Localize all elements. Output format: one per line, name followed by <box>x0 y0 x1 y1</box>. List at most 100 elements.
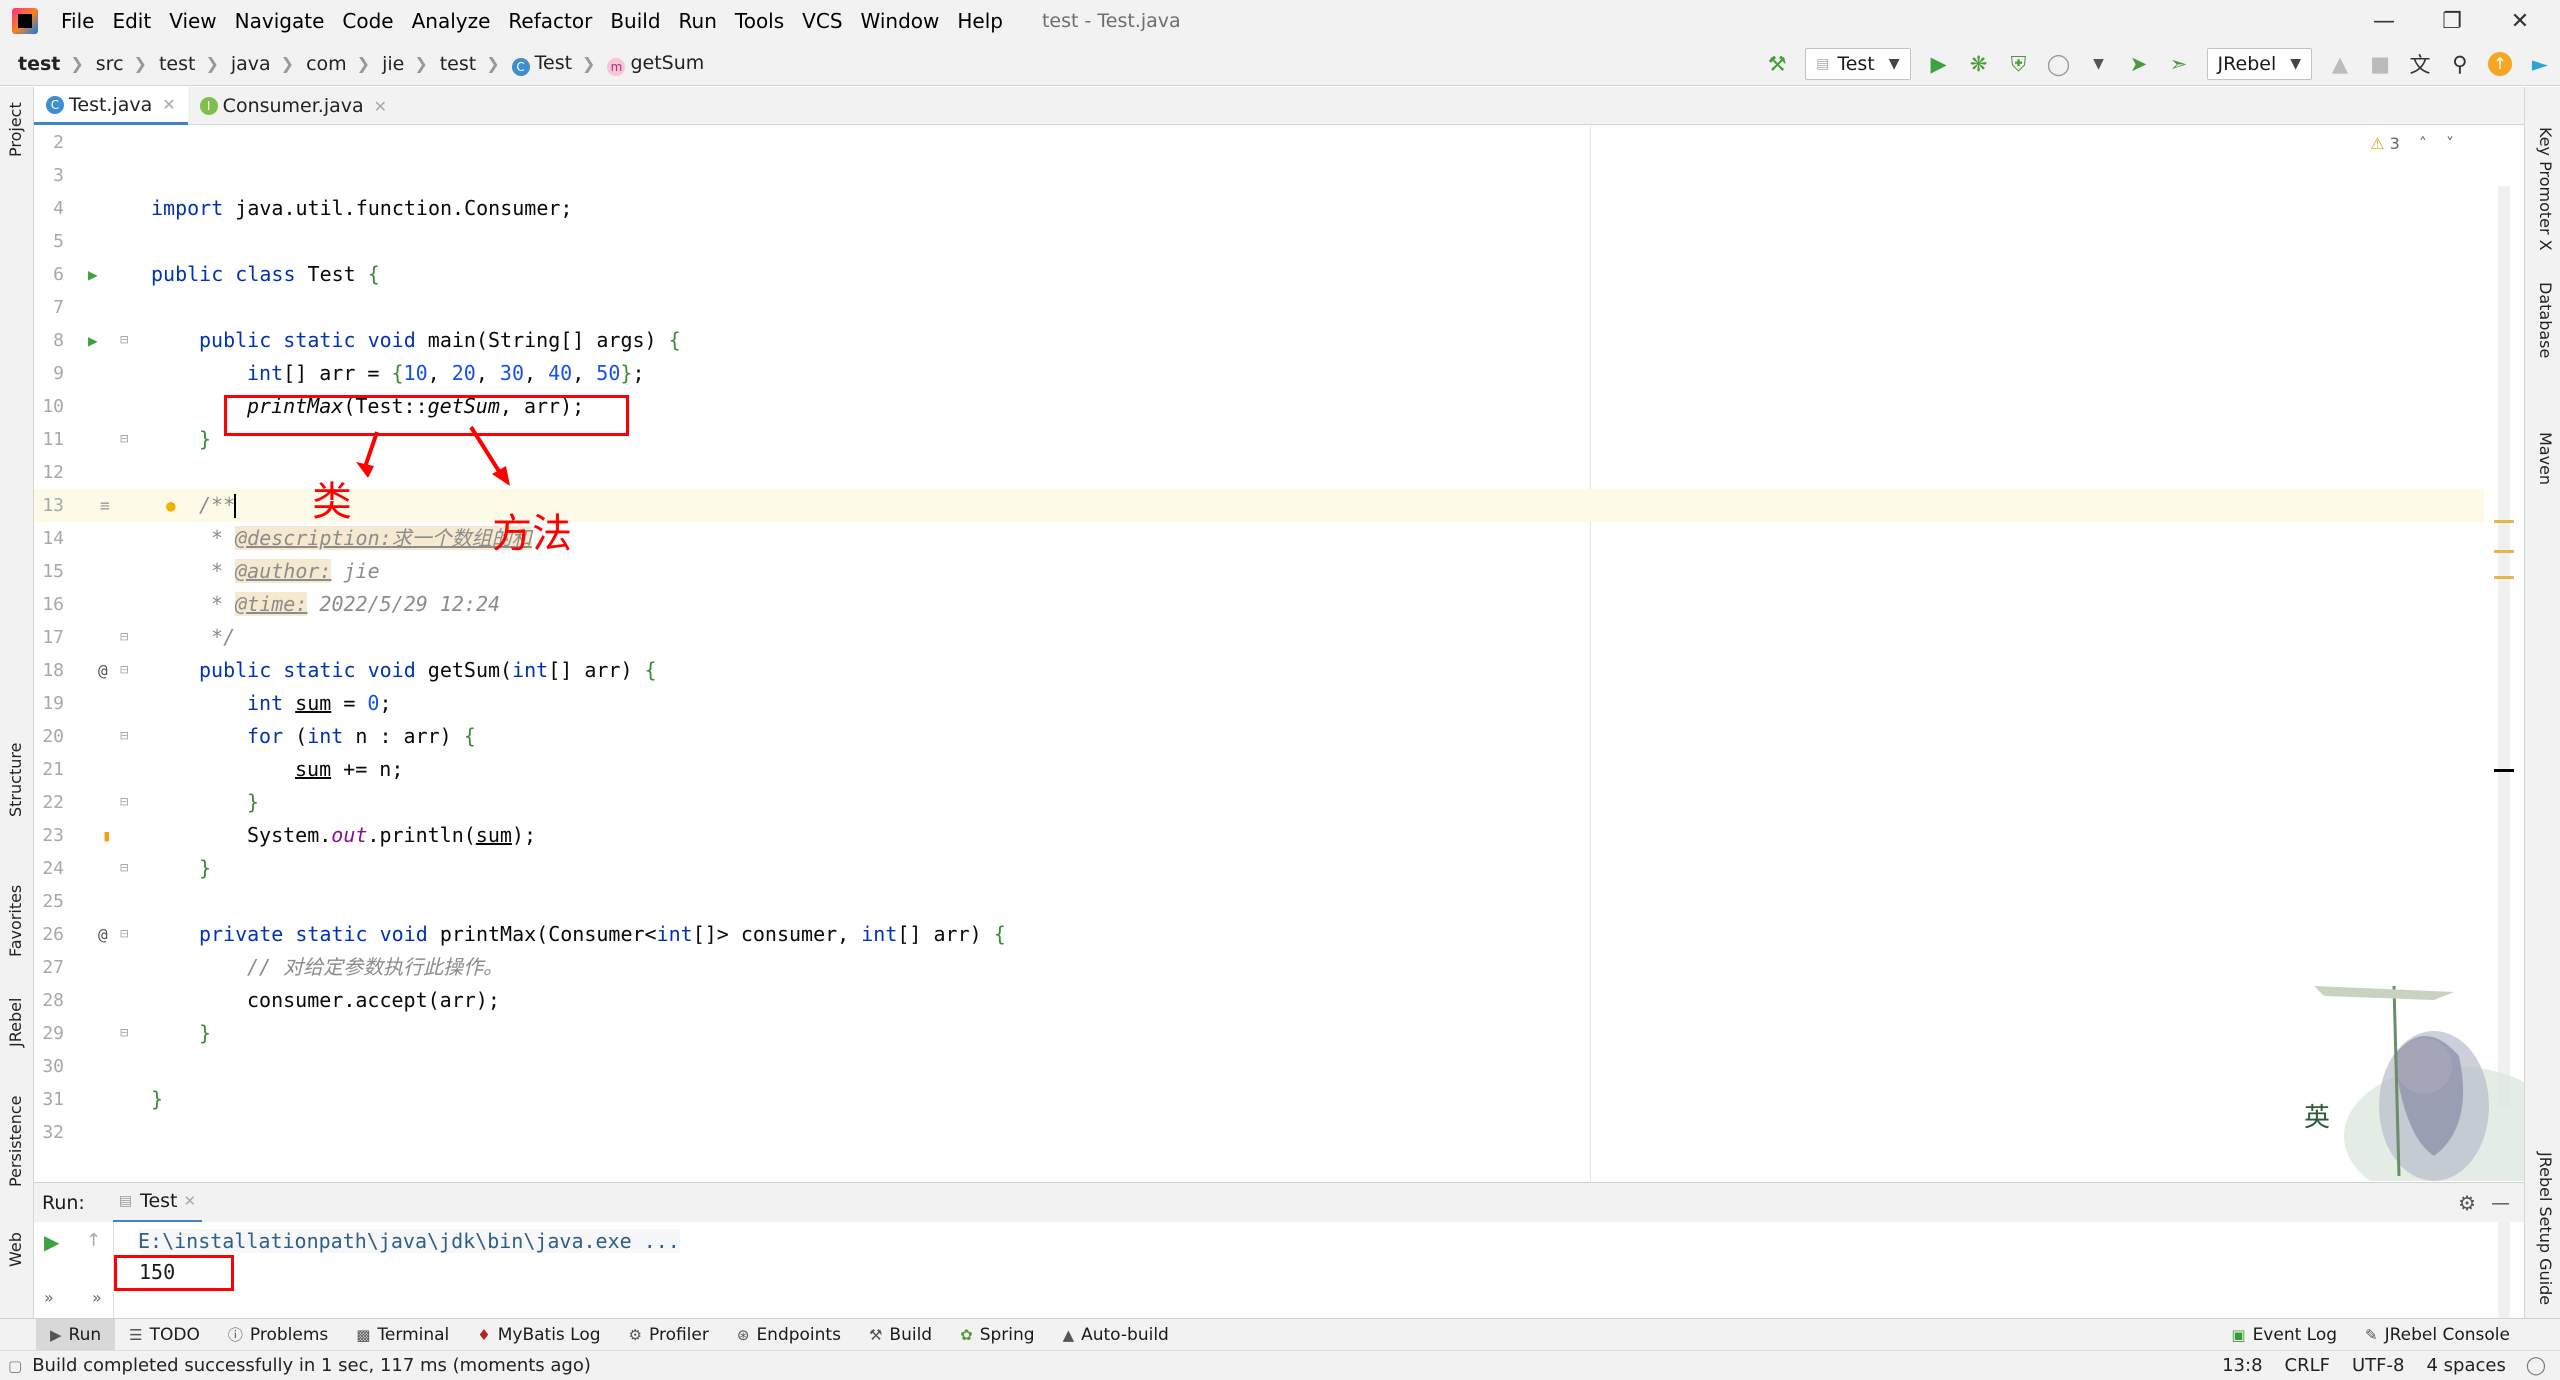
breadcrumb-project[interactable]: test <box>0 53 60 75</box>
more-run-caret-icon[interactable]: ▼ <box>2082 47 2116 81</box>
tool-window-web[interactable]: Web <box>6 1232 25 1267</box>
search-icon[interactable]: ⚲ <box>2443 47 2477 81</box>
tool-build[interactable]: ⚒ Build <box>855 1325 946 1345</box>
menu-code[interactable]: Code <box>333 9 402 33</box>
breadcrumb-class-test[interactable]: C Test <box>500 52 572 76</box>
close-tab-icon[interactable]: ✕ <box>374 97 387 116</box>
tool-run[interactable]: ▶ Run <box>36 1318 116 1351</box>
profile-icon[interactable]: ◯ <box>2042 47 2076 81</box>
hide-panel-icon[interactable]: — <box>2491 1192 2510 1214</box>
run-panel-title: Run: <box>42 1191 85 1214</box>
settings-gear-icon[interactable]: ⚙ <box>2458 1191 2476 1215</box>
lock-icon[interactable]: ◯ <box>2526 1355 2546 1376</box>
tool-terminal[interactable]: ▩ Terminal <box>342 1325 463 1345</box>
menu-navigate[interactable]: Navigate <box>226 9 334 33</box>
close-tab-icon[interactable]: ✕ <box>184 1192 197 1210</box>
breadcrumb-method-getsum[interactable]: m getSum <box>595 52 704 76</box>
minimize-button[interactable]: — <box>2352 0 2416 42</box>
tool-window-structure[interactable]: Structure <box>6 743 25 817</box>
breadcrumb-test-package[interactable]: test <box>428 53 477 75</box>
jrebel-update-icon[interactable]: ▲ <box>2323 47 2357 81</box>
tool-problems[interactable]: ⓘ Problems <box>214 1324 342 1345</box>
indent-setting[interactable]: 4 spaces <box>2426 1355 2505 1376</box>
tab-test-java[interactable]: C Test.java ✕ <box>34 87 188 125</box>
tool-window-persistence[interactable]: Persistence <box>6 1095 25 1187</box>
menu-build[interactable]: Build <box>601 9 669 33</box>
jrebel-debug-icon[interactable]: ➣ <box>2162 47 2196 81</box>
usage-at-icon[interactable]: @ <box>98 654 108 687</box>
fold-icon[interactable]: ⊟ <box>120 654 128 687</box>
debug-bug-icon[interactable]: ❋ <box>1962 47 1996 81</box>
run-icon[interactable]: ▶ <box>1922 47 1956 81</box>
tool-todo[interactable]: ☰ TODO <box>115 1325 214 1345</box>
run-config-selector[interactable]: ▤ Test ▼ <box>1805 48 1911 80</box>
code-editor[interactable]: ⚠ 3 ˄ ˅ 2 3 4 import java.util.function.C… <box>34 126 2524 1181</box>
coverage-icon[interactable]: ⛨ <box>2002 47 2036 81</box>
fold-icon[interactable]: ⊟ <box>120 1017 128 1050</box>
file-encoding[interactable]: UTF-8 <box>2352 1355 2404 1376</box>
close-tab-icon[interactable]: ✕ <box>162 95 175 114</box>
tool-spring[interactable]: ✿ Spring <box>946 1325 1048 1345</box>
error-stripe-marker[interactable] <box>2494 576 2514 579</box>
menu-view[interactable]: View <box>160 9 225 33</box>
run-console[interactable]: ▶ ↑ » » E:\installationpath\java\jdk\bin… <box>34 1222 2524 1318</box>
menu-help[interactable]: Help <box>948 9 1012 33</box>
fold-icon[interactable]: ⊟ <box>120 786 128 819</box>
tool-window-project[interactable]: Project <box>6 102 25 157</box>
jrebel-run-icon[interactable]: ➤ <box>2122 47 2156 81</box>
more-actions-icon[interactable]: » <box>44 1288 54 1307</box>
tool-event-log[interactable]: ▣ Event Log <box>2217 1325 2351 1345</box>
menu-vcs[interactable]: VCS <box>793 9 851 33</box>
tool-jrebel-console[interactable]: ✎ JRebel Console <box>2351 1325 2524 1345</box>
tool-window-database[interactable]: Database <box>2536 282 2555 358</box>
breadcrumb-src[interactable]: src <box>84 53 124 75</box>
stop-icon[interactable]: ■ <box>2363 47 2397 81</box>
run-tab-test[interactable]: ▤ Test ✕ <box>112 1183 203 1223</box>
rerun-icon[interactable]: ▶ <box>44 1230 59 1254</box>
menu-refactor[interactable]: Refactor <box>499 9 601 33</box>
fold-icon[interactable]: ⊟ <box>120 918 128 951</box>
tool-endpoints[interactable]: ⊛ Endpoints <box>723 1325 855 1345</box>
tab-consumer-java[interactable]: I Consumer.java ✕ <box>188 87 399 125</box>
tool-window-key-promoter[interactable]: Key Promoter X <box>2536 127 2555 251</box>
breadcrumb-jie[interactable]: jie <box>370 53 404 75</box>
breadcrumb-com[interactable]: com <box>294 53 347 75</box>
translate-icon[interactable]: 文 <box>2403 47 2437 81</box>
maximize-button[interactable]: ❐ <box>2420 0 2484 42</box>
close-window-button[interactable]: ✕ <box>2488 0 2552 42</box>
tool-window-jrebel-setup[interactable]: JRebel Setup Guide <box>2536 1152 2555 1305</box>
menu-window[interactable]: Window <box>852 9 949 33</box>
bookmark-icon[interactable]: ▮ <box>102 819 112 852</box>
menu-run[interactable]: Run <box>670 9 726 33</box>
tool-profiler[interactable]: ⚙ Profiler <box>615 1325 723 1345</box>
tool-window-jrebel[interactable]: JRebel <box>6 998 25 1047</box>
error-stripe-marker[interactable] <box>2494 550 2514 553</box>
jrebel-config-selector[interactable]: JRebel ▼ <box>2206 48 2312 80</box>
menu-edit[interactable]: Edit <box>103 9 160 33</box>
scroll-up-icon[interactable]: ↑ <box>86 1230 101 1251</box>
usage-at-icon[interactable]: @ <box>98 918 108 951</box>
tool-window-maven[interactable]: Maven <box>2536 432 2555 485</box>
console-scrollbar[interactable] <box>2498 1222 2510 1318</box>
error-stripe-marker[interactable] <box>2494 520 2514 523</box>
breadcrumb-test[interactable]: test <box>147 53 196 75</box>
menu-analyze[interactable]: Analyze <box>403 9 500 33</box>
update-icon[interactable]: ↑ <box>2483 47 2517 81</box>
more-actions-icon[interactable]: » <box>92 1288 102 1307</box>
code-with-me-icon[interactable]: ► <box>2523 47 2557 81</box>
hammer-icon: ⚒ <box>868 1325 883 1344</box>
fold-icon[interactable]: ⊟ <box>120 621 128 654</box>
fold-icon[interactable]: ⊟ <box>120 852 128 885</box>
build-hammer-icon[interactable]: ⚒ <box>1760 47 1794 81</box>
fold-icon[interactable]: ⊟ <box>120 720 128 753</box>
tool-window-favorites[interactable]: Favorites <box>6 885 25 957</box>
menu-tools[interactable]: Tools <box>726 9 793 33</box>
line-separator[interactable]: CRLF <box>2285 1355 2330 1376</box>
menu-file[interactable]: File <box>52 9 103 33</box>
status-square-icon[interactable]: ▢ <box>8 1357 22 1375</box>
caret-position[interactable]: 13:8 <box>2222 1355 2262 1376</box>
tool-auto-build[interactable]: ▲ Auto-build <box>1049 1325 1183 1345</box>
tool-mybatis-log[interactable]: ♦ MyBatis Log <box>463 1325 614 1345</box>
status-message[interactable]: Build completed successfully in 1 sec, 1… <box>32 1355 591 1376</box>
breadcrumb-java[interactable]: java <box>219 53 271 75</box>
